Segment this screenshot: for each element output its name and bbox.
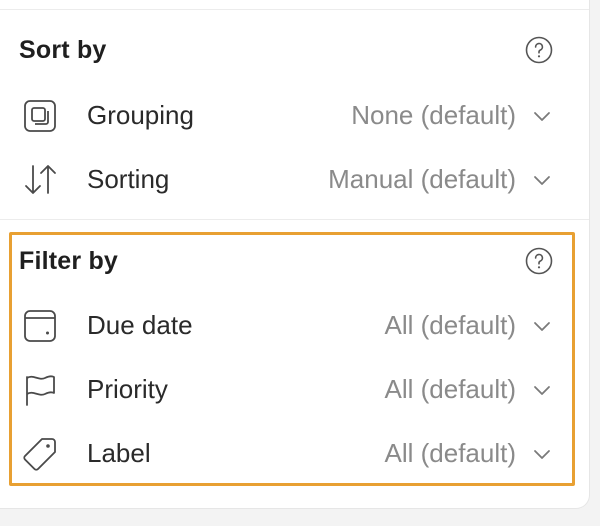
chevron-down-icon[interactable] (531, 169, 553, 191)
sorting-value[interactable]: Manual (default) (328, 164, 516, 195)
due-date-value[interactable]: All (default) (385, 310, 517, 341)
sort-help-icon[interactable] (525, 36, 553, 64)
chevron-down-icon[interactable] (531, 105, 553, 127)
sort-by-title: Sort by (19, 36, 107, 64)
grouping-label: Grouping (87, 100, 194, 130)
label-label: Label (87, 438, 151, 468)
sorting-label: Sorting (87, 164, 170, 194)
divider (0, 9, 589, 10)
chevron-down-icon[interactable] (531, 315, 553, 337)
chevron-down-icon[interactable] (531, 443, 553, 465)
flag-icon (26, 375, 55, 406)
grouping-row[interactable]: Grouping None (default) (0, 92, 589, 138)
priority-value[interactable]: All (default) (385, 374, 517, 405)
due-date-label: Due date (87, 310, 193, 340)
tag-icon (23, 438, 56, 471)
due-date-row[interactable]: Due date All (default) (0, 302, 589, 348)
sort-arrows-icon (25, 165, 56, 194)
label-value[interactable]: All (default) (385, 438, 517, 469)
filter-by-title: Filter by (19, 247, 119, 275)
filter-help-icon[interactable] (525, 247, 553, 275)
calendar-icon (24, 310, 56, 342)
label-row[interactable]: Label All (default) (0, 430, 589, 476)
grouping-icon (24, 100, 56, 132)
chevron-down-icon[interactable] (531, 379, 553, 401)
priority-label: Priority (87, 374, 168, 404)
divider (0, 219, 589, 220)
view-options-panel: Sort by Grouping None (default) Sorting … (0, 0, 590, 509)
grouping-value[interactable]: None (default) (351, 100, 516, 131)
priority-row[interactable]: Priority All (default) (0, 366, 589, 412)
sorting-row[interactable]: Sorting Manual (default) (0, 156, 589, 202)
